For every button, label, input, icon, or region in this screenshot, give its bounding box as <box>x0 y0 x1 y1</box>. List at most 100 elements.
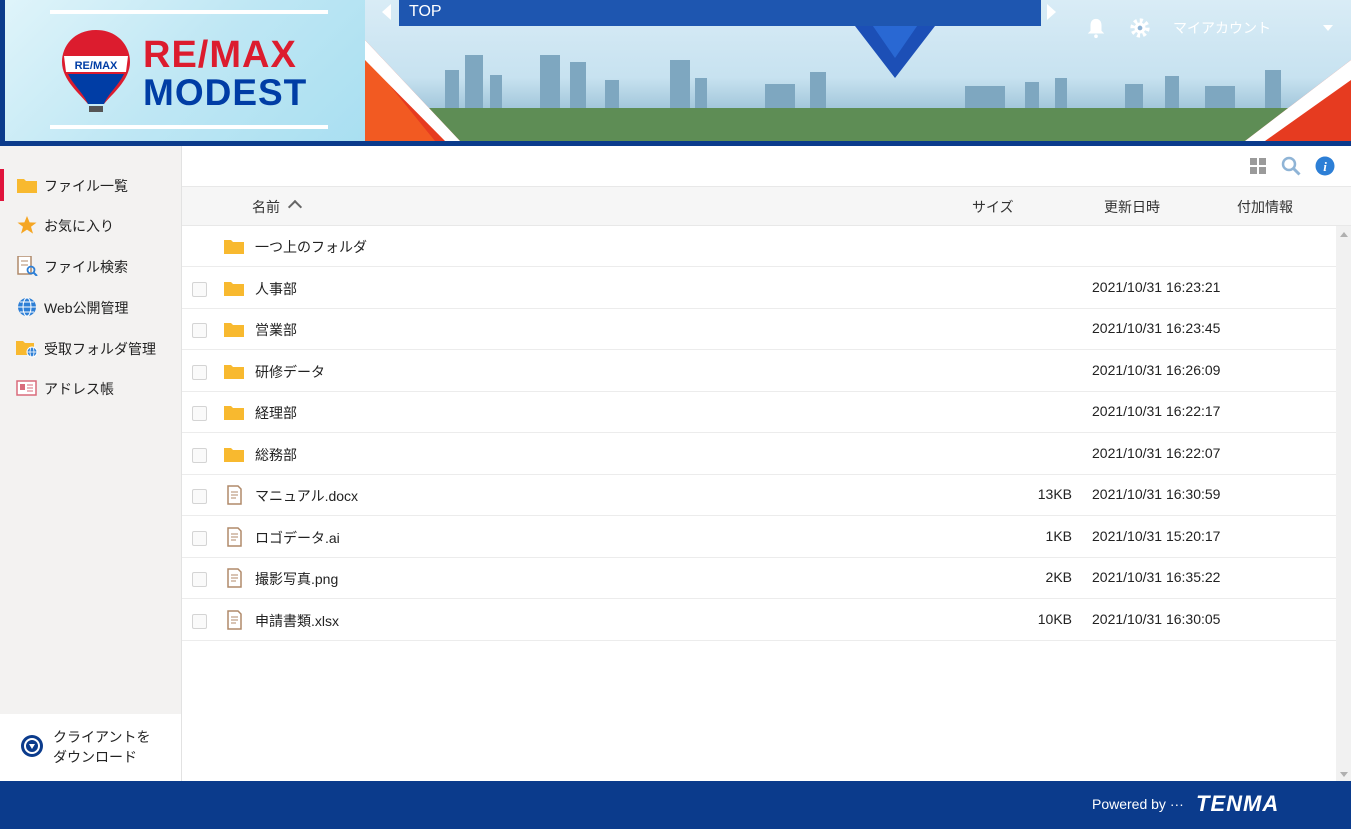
file-updated: 2021/10/31 16:23:45 <box>1092 320 1221 336</box>
folder-icon <box>224 406 244 420</box>
file-name[interactable]: ロゴデータ.ai <box>255 528 340 548</box>
file-icon <box>227 568 242 588</box>
download-client-button[interactable]: クライアントを ダウンロード <box>0 714 181 781</box>
sidebar-item-label: ファイル一覧 <box>44 178 128 194</box>
table-row[interactable]: 研修データ 2021/10/31 16:26:09 <box>182 351 1336 392</box>
row-checkbox[interactable] <box>192 323 207 338</box>
scroll-down-icon[interactable] <box>1340 772 1348 777</box>
breadcrumb-back-icon[interactable] <box>382 4 391 20</box>
folder-icon <box>224 240 244 254</box>
sidebar-item-receive-folder[interactable]: 受取フォルダ管理 <box>0 328 181 368</box>
file-name[interactable]: 営業部 <box>255 320 297 340</box>
parent-folder-label: 一つ上のフォルダ <box>255 239 367 255</box>
sort-ascending-icon[interactable] <box>287 199 303 215</box>
folder-icon <box>17 179 37 193</box>
table-row[interactable]: 総務部 2021/10/31 16:22:07 <box>182 434 1336 475</box>
sidebar-item-label: 受取フォルダ管理 <box>44 341 156 357</box>
file-icon <box>227 526 242 547</box>
file-name[interactable]: 申請書類.xlsx <box>255 611 339 631</box>
logo-divider-bottom <box>50 125 328 129</box>
logo-divider-top <box>50 10 328 14</box>
table-row[interactable]: 営業部 2021/10/31 16:23:45 <box>182 309 1336 350</box>
sidebar-item-label: お気に入り <box>44 218 114 234</box>
row-checkbox[interactable] <box>192 489 207 504</box>
download-label-line2: ダウンロード <box>53 749 137 765</box>
row-checkbox[interactable] <box>192 364 207 380</box>
folder-icon <box>224 323 244 337</box>
row-checkbox[interactable] <box>192 613 207 629</box>
sidebar-item-web-publish[interactable]: Web公開管理 <box>0 287 181 327</box>
column-header-extra[interactable]: 付加情報 <box>1237 197 1293 217</box>
balloon-logo-icon: RE/MAX <box>62 30 130 112</box>
sidebar-item-label: ファイル検索 <box>44 259 128 275</box>
scroll-up-icon[interactable] <box>1340 232 1348 237</box>
file-icon <box>227 609 242 630</box>
file-name[interactable]: 研修データ <box>255 362 325 382</box>
breadcrumb[interactable]: TOP <box>399 0 1041 26</box>
file-updated: 2021/10/31 15:20:17 <box>1092 527 1221 544</box>
search-icon[interactable] <box>1281 156 1301 176</box>
star-icon <box>17 216 37 234</box>
column-header-size[interactable]: サイズ <box>972 197 1014 217</box>
folder-icon <box>224 447 244 462</box>
file-name[interactable]: 経理部 <box>255 403 297 423</box>
file-size: 10KB <box>1037 610 1072 627</box>
file-name[interactable]: 総務部 <box>255 445 297 465</box>
file-search-icon <box>17 256 38 276</box>
powered-by-label: Powered by ··· <box>1092 796 1184 812</box>
file-size: 1KB <box>1045 527 1072 544</box>
bell-icon[interactable] <box>1085 17 1107 39</box>
parent-folder-row[interactable]: 一つ上のフォルダ <box>182 226 1336 267</box>
sidebar-item-address-book[interactable]: アドレス帳 <box>0 368 181 408</box>
file-size: 2KB <box>1045 569 1072 585</box>
download-client-label: クライアントを ダウンロード <box>53 727 150 767</box>
sidebar-item-file-search[interactable]: ファイル検索 <box>0 246 181 286</box>
chevron-down-icon[interactable] <box>1323 25 1333 31</box>
row-checkbox[interactable] <box>192 530 207 546</box>
vertical-scrollbar[interactable] <box>1336 226 1351 781</box>
download-client-icon <box>21 735 43 757</box>
row-checkbox[interactable] <box>192 447 207 463</box>
app-header: RE/MAX RE/MAX MODEST TOP マイアカウント <box>0 0 1351 146</box>
address-card-icon <box>16 380 37 396</box>
vendor-logo: TENMA <box>1196 791 1280 816</box>
footer: Powered by ··· TENMA <box>0 781 1351 829</box>
file-updated: 2021/10/31 16:26:09 <box>1092 361 1221 378</box>
breadcrumb-label: TOP <box>409 3 442 20</box>
file-name[interactable]: マニュアル.docx <box>255 486 358 506</box>
file-icon <box>227 485 242 505</box>
toolbar: i <box>182 146 1351 186</box>
brand-name-line1: RE/MAX <box>143 34 297 76</box>
my-account-link[interactable]: マイアカウント <box>1173 18 1271 38</box>
breadcrumb-forward-icon[interactable] <box>1047 4 1056 20</box>
table-row[interactable]: 人事部 2021/10/31 16:23:21 <box>182 268 1336 309</box>
info-icon[interactable]: i <box>1315 156 1335 176</box>
table-row[interactable]: 申請書類.xlsx 10KB 2021/10/31 16:30:05 <box>182 600 1336 641</box>
table-row[interactable]: 経理部 2021/10/31 16:22:17 <box>182 392 1336 433</box>
table-row[interactable]: マニュアル.docx 13KB 2021/10/31 16:30:59 <box>182 475 1336 516</box>
table-row[interactable]: ロゴデータ.ai 1KB 2021/10/31 15:20:17 <box>182 517 1336 558</box>
grid-view-icon[interactable] <box>1248 156 1268 176</box>
column-header-updated[interactable]: 更新日時 <box>1104 197 1160 217</box>
row-checkbox[interactable] <box>192 572 207 587</box>
sidebar-item-favorites[interactable]: お気に入り <box>0 205 181 245</box>
file-updated: 2021/10/31 16:22:17 <box>1092 403 1221 419</box>
file-updated: 2021/10/31 16:22:07 <box>1092 444 1221 461</box>
column-header-name[interactable]: 名前 <box>252 197 280 217</box>
row-checkbox[interactable] <box>192 406 207 421</box>
file-updated: 2021/10/31 16:30:05 <box>1092 610 1221 627</box>
sidebar-item-file-list[interactable]: ファイル一覧 <box>0 165 181 205</box>
brand-logo[interactable]: RE/MAX RE/MAX MODEST <box>0 0 365 141</box>
file-updated: 2021/10/31 16:35:22 <box>1092 569 1221 585</box>
globe-icon <box>18 297 36 317</box>
row-checkbox[interactable] <box>192 281 207 297</box>
download-label-line1: クライアントを <box>53 729 151 745</box>
svg-text:i: i <box>1323 159 1327 174</box>
sidebar-item-label: アドレス帳 <box>44 381 114 397</box>
file-name[interactable]: 人事部 <box>255 279 297 299</box>
table-header: 名前 サイズ 更新日時 付加情報 <box>182 186 1351 226</box>
file-name[interactable]: 撮影写真.png <box>255 569 338 589</box>
table-row[interactable]: 撮影写真.png 2KB 2021/10/31 16:35:22 <box>182 558 1336 599</box>
gear-icon[interactable] <box>1129 17 1151 39</box>
file-list-panel: i 名前 サイズ 更新日時 付加情報 一つ上のフォルダ 人事部 2021/10/… <box>182 146 1351 781</box>
